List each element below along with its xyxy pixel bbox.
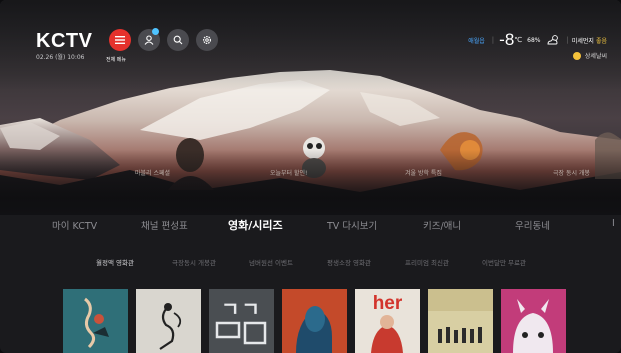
tab-my-kctv[interactable]: 마이 KCTV (52, 218, 97, 232)
main-tab-bar: 마이 KCTV 채널 편성표 영화/시리즈 TV 다시보기 키즈/애니 우리동네… (0, 218, 621, 238)
subtab-free[interactable]: 이번달만 무료관 (482, 257, 526, 267)
tab-neighborhood[interactable]: 우리동네 (515, 218, 550, 232)
poster-card[interactable] (501, 289, 566, 353)
search-button[interactable] (167, 29, 189, 51)
partly-cloudy-icon (547, 35, 558, 45)
tab-tv-replay[interactable]: TV 다시보기 (327, 218, 377, 232)
menu-icon (115, 36, 125, 44)
poster-card[interactable]: her (355, 289, 420, 353)
settings-button[interactable] (196, 29, 218, 51)
sun-icon (572, 51, 581, 60)
dust-label: 미세먼지 (571, 37, 594, 45)
tab-more[interactable]: I (612, 218, 615, 229)
poster-art (296, 306, 332, 353)
weather-widget[interactable]: 애월읍 | -8 ℃ 68% | 미세먼지 좋음 (468, 30, 607, 49)
temperature: -8 (499, 30, 515, 49)
date-time: 02.26 (월) 10:06 (36, 54, 85, 61)
detail-weather-link[interactable]: 상세날씨 (572, 51, 607, 60)
tab-movies-series[interactable]: 영화/시리즈 (228, 217, 283, 233)
subtab-collection[interactable]: 평생소장 영화관 (327, 257, 371, 267)
notification-badge (152, 28, 159, 35)
tv-home-screen: 마블리 스페셜 오늘부터 할인! 겨울 방학 특집 극장 동시 개봉 KCTV … (0, 0, 621, 353)
gear-icon (202, 35, 212, 45)
subtab-theater[interactable]: 극장동시 개봉관 (172, 257, 216, 267)
divider: | (566, 36, 569, 44)
divider: | (491, 36, 495, 44)
poster-card[interactable] (428, 289, 493, 353)
kctv-logo: KCTV (36, 30, 93, 52)
hero-bottom-gradient (0, 150, 621, 215)
poster-art (159, 303, 182, 350)
subtab-premium[interactable]: 프리미엄 최신관 (405, 257, 449, 267)
poster-row: ㄱㄱ her (63, 289, 583, 353)
promo-caption[interactable]: 오늘부터 할인! (270, 168, 307, 177)
temperature-unit: ℃ (514, 36, 523, 44)
tab-channel-schedule[interactable]: 채널 편성표 (141, 218, 188, 232)
user-icon (144, 35, 154, 45)
weather-location: 애월읍 (468, 37, 485, 45)
menu-button[interactable] (109, 29, 131, 51)
sub-tab-bar: 월정액 영화관 극장동시 개봉관 넘버원선 이벤트 평생소장 영화관 프리미엄 … (0, 257, 621, 269)
poster-art (215, 321, 267, 345)
detail-weather-label: 상세날씨 (584, 53, 607, 60)
poster-art (371, 315, 403, 353)
promo-caption[interactable]: 마블리 스페셜 (135, 168, 170, 177)
subtab-monthly[interactable]: 월정액 영화관 (96, 257, 134, 267)
poster-card[interactable] (63, 289, 128, 353)
promo-caption[interactable]: 극장 동시 개봉 (553, 168, 590, 177)
poster-art (84, 297, 109, 349)
promo-caption[interactable]: 겨울 방학 특집 (405, 168, 442, 177)
search-icon (173, 35, 183, 45)
poster-card[interactable]: ㄱㄱ (209, 289, 274, 353)
poster-card[interactable] (136, 289, 201, 353)
poster-art (428, 289, 493, 343)
poster-card[interactable] (282, 289, 347, 353)
humidity: 68% (527, 36, 541, 44)
poster-art (513, 299, 553, 353)
tab-kids-anime[interactable]: 키즈/애니 (423, 218, 461, 232)
subtab-event[interactable]: 넘버원선 이벤트 (249, 257, 293, 267)
menu-label: 전체 메뉴 (106, 57, 126, 63)
dust-value: 좋음 (595, 37, 607, 45)
